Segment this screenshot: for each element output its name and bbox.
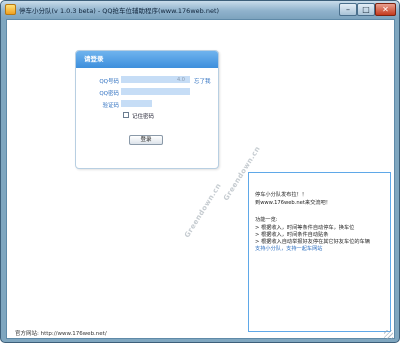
window-title: 停车小分队(v 1.0.3 beta) - QQ抢车位辅助程序(www.176w… <box>19 7 220 15</box>
login-button[interactable]: 登录 <box>129 135 163 145</box>
info-feature-2: > 根据收入，时间条件自动贴条 <box>255 232 329 238</box>
remember-password-row[interactable]: 记住密码 <box>123 112 183 121</box>
support-link[interactable]: 支持小分队，支持一起车网站 <box>255 245 322 252</box>
close-button[interactable]: ✕ <box>375 3 396 16</box>
resize-grip[interactable] <box>384 330 393 339</box>
client-area: 请登录 QQ号码 4.0 忘了我 QQ密码 验证码 记住密码 登录 Greend… <box>6 19 395 339</box>
info-panel: 停车小分队发布拉！！ 到www.176web.net来交流吧！ 功能一览: > … <box>248 172 391 332</box>
minimize-button[interactable]: – <box>339 3 357 16</box>
qq-password-row: QQ密码 <box>76 88 218 97</box>
info-feature-3: > 根据收入自动举报好友停在其它好友车位的车辆 <box>255 239 370 245</box>
official-site-link[interactable]: 官方网站: http://www.176web.net/ <box>15 329 107 337</box>
verify-code-row: 验证码 <box>76 100 218 109</box>
app-window: 停车小分队(v 1.0.3 beta) - QQ抢车位辅助程序(www.176w… <box>0 0 400 343</box>
forgot-link[interactable]: 忘了我 <box>194 77 211 85</box>
qq-number-hint: 4.0 <box>177 77 185 83</box>
qq-number-row: QQ号码 4.0 忘了我 <box>76 76 218 85</box>
maximize-button[interactable]: □ <box>357 3 375 16</box>
remember-password-checkbox[interactable] <box>123 112 129 118</box>
login-panel: 请登录 QQ号码 4.0 忘了我 QQ密码 验证码 记住密码 登录 <box>75 50 219 169</box>
watermark-1: Greendown.cn <box>183 181 224 240</box>
info-site: 到www.176web.net来交流吧！ <box>255 200 331 206</box>
info-feature-1: > 根据收入，时间等条件自动停车，换车位 <box>255 225 355 231</box>
verify-code-label: 验证码 <box>102 103 119 109</box>
qq-password-label: QQ密码 <box>99 91 119 97</box>
app-icon <box>5 4 16 15</box>
title-bar[interactable]: 停车小分队(v 1.0.3 beta) - QQ抢车位辅助程序(www.176w… <box>1 1 399 19</box>
login-header: 请登录 <box>76 51 218 68</box>
verify-code-input[interactable] <box>121 100 152 107</box>
qq-number-label: QQ号码 <box>99 79 119 85</box>
info-announce: 停车小分队发布拉！！ <box>255 192 307 198</box>
remember-password-label: 记住密码 <box>132 114 155 120</box>
info-features-title: 功能一览: <box>255 217 278 223</box>
qq-password-input[interactable] <box>121 88 190 95</box>
